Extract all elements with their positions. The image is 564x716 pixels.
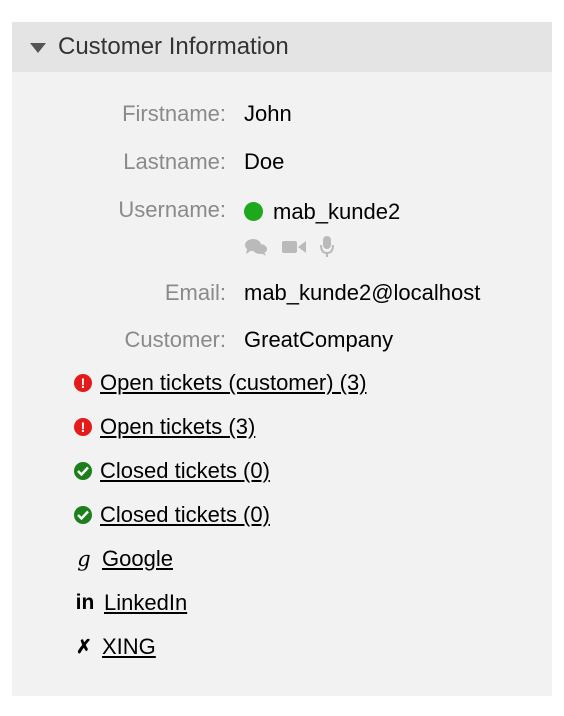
google-icon: g [77, 547, 91, 571]
customer-label: Customer: [124, 327, 226, 352]
communication-icons [244, 236, 334, 263]
error-icon: ! [74, 418, 92, 436]
panel-title: Customer Information [58, 33, 289, 60]
open-tickets-link-row: ! Open tickets (3) [74, 413, 255, 441]
closed-tickets-link[interactable]: Closed tickets (0) [100, 502, 270, 528]
closed-tickets-customer-link-row: Closed tickets (0) [74, 457, 270, 485]
username-row: Username: mab_kunde2 [12, 197, 552, 225]
customer-value: GreatCompany [244, 327, 394, 352]
video-icon[interactable] [282, 239, 306, 260]
email-row: Email: mab_kunde2@localhost [12, 280, 552, 308]
check-icon [74, 506, 92, 524]
closed-tickets-customer-link[interactable]: Closed tickets (0) [100, 458, 270, 484]
lastname-label: Lastname: [123, 149, 226, 174]
customer-info-panel: Customer Information Firstname: John Las… [12, 22, 552, 696]
email-label: Email: [164, 280, 226, 305]
collapse-triangle-icon[interactable] [30, 43, 46, 53]
linkedin-icon: in [75, 591, 95, 614]
error-icon: ! [74, 374, 92, 392]
email-value: mab_kunde2@localhost [244, 280, 481, 305]
username-label: Username: [118, 197, 226, 222]
check-icon [74, 462, 92, 480]
firstname-row: Firstname: John [12, 101, 552, 129]
google-link-row: g Google [74, 545, 173, 573]
open-tickets-link[interactable]: Open tickets (3) [100, 414, 255, 440]
panel-header[interactable]: Customer Information [12, 22, 552, 72]
xing-icon: ✗ [76, 636, 92, 658]
open-tickets-customer-link-row: ! Open tickets (customer) (3) [74, 369, 367, 397]
firstname-value: John [244, 101, 292, 126]
lastname-value: Doe [244, 149, 285, 174]
firstname-label: Firstname: [122, 101, 226, 126]
open-tickets-customer-link[interactable]: Open tickets (customer) (3) [100, 370, 367, 396]
online-status-icon [244, 202, 263, 221]
google-link[interactable]: Google [102, 546, 173, 572]
customer-row: Customer: GreatCompany [12, 327, 552, 355]
chat-icon[interactable] [244, 237, 268, 262]
linkedin-link[interactable]: LinkedIn [104, 590, 187, 616]
username-value: mab_kunde2 [273, 199, 401, 224]
username-value-wrap: mab_kunde2 [244, 199, 400, 225]
xing-link[interactable]: XING [102, 634, 156, 660]
xing-link-row: ✗ XING [74, 633, 156, 661]
closed-tickets-link-row: Closed tickets (0) [74, 501, 270, 529]
lastname-row: Lastname: Doe [12, 149, 552, 177]
microphone-icon[interactable] [320, 236, 334, 263]
linkedin-link-row: in LinkedIn [74, 589, 188, 617]
